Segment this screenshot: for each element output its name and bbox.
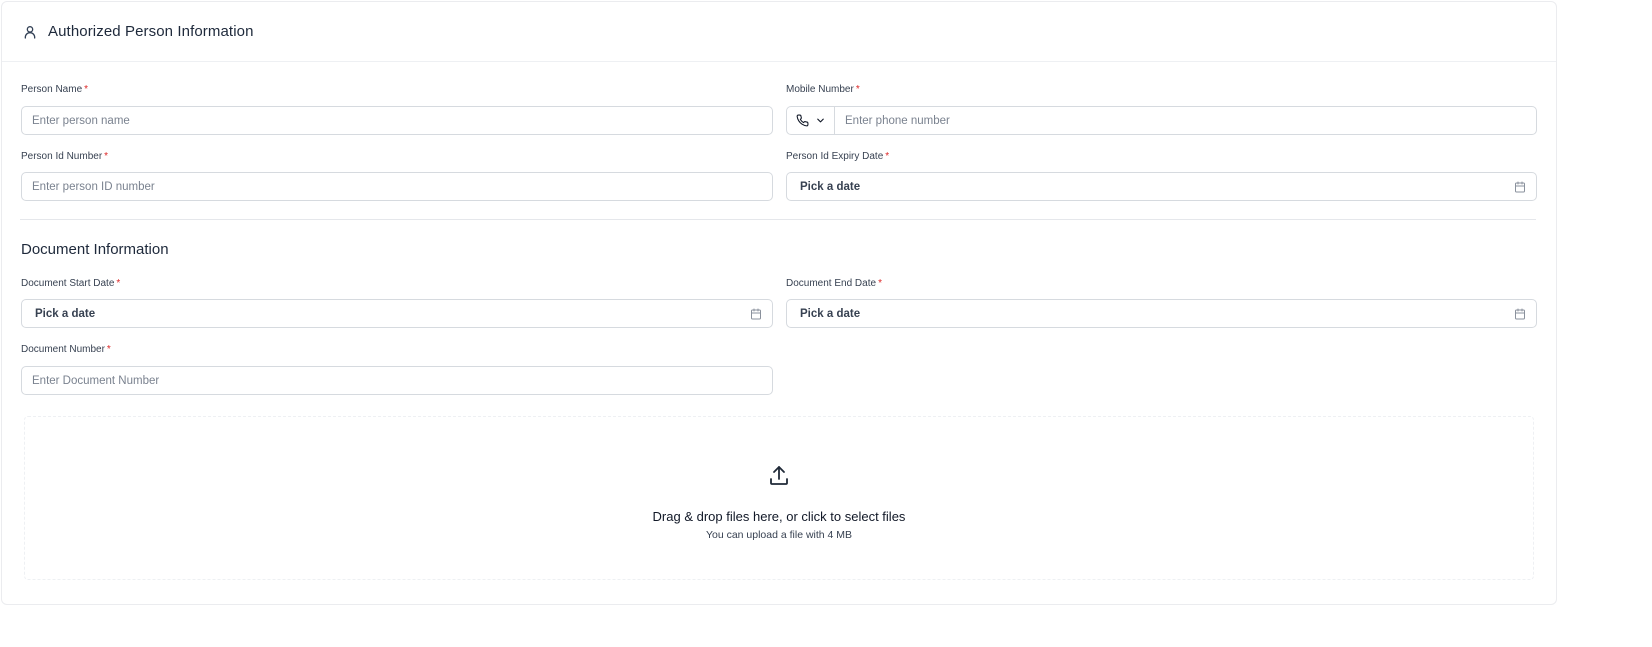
required-asterisk: * — [84, 84, 89, 95]
section-title-document: Document Information — [21, 241, 169, 258]
user-icon — [22, 24, 38, 40]
document-number-placeholder: Enter Document Number — [32, 374, 160, 387]
calendar-icon — [1514, 181, 1526, 193]
document-number-label-text: Document Number — [21, 344, 105, 355]
person-id-number-label-text: Person Id Number — [21, 151, 103, 162]
person-name-label-text: Person Name — [21, 84, 83, 95]
file-dropzone[interactable]: Drag & drop files here, or click to sele… — [24, 416, 1534, 580]
document-end-date-picker[interactable]: Pick a date — [786, 299, 1537, 328]
document-end-date-label: Document End Date * — [786, 278, 882, 289]
upload-icon — [767, 464, 791, 488]
calendar-icon — [750, 308, 762, 320]
person-name-input[interactable]: Enter person name — [21, 106, 773, 135]
document-end-date-label-text: Document End Date — [786, 278, 877, 289]
mobile-number-label-text: Mobile Number — [786, 84, 854, 95]
dropzone-subtitle: You can upload a file with 4 MB — [705, 529, 853, 541]
required-asterisk: * — [104, 151, 109, 162]
document-start-date-picker[interactable]: Pick a date — [21, 299, 773, 328]
person-id-expiry-label-text: Person Id Expiry Date — [786, 151, 884, 162]
person-id-number-placeholder: Enter person ID number — [32, 180, 155, 193]
calendar-icon — [1514, 308, 1526, 320]
person-id-expiry-date-picker[interactable]: Pick a date — [786, 172, 1537, 201]
mobile-number-label: Mobile Number * — [786, 84, 860, 95]
date-picker-value: Pick a date — [800, 307, 861, 320]
required-asterisk: * — [855, 84, 860, 95]
person-id-number-label: Person Id Number * — [21, 151, 108, 162]
country-code-select[interactable] — [787, 107, 835, 134]
document-number-input[interactable]: Enter Document Number — [21, 366, 773, 395]
required-asterisk: * — [885, 151, 890, 162]
person-id-number-input[interactable]: Enter person ID number — [21, 172, 773, 201]
chevron-down-icon — [815, 115, 826, 126]
dropzone-title: Drag & drop files here, or click to sele… — [652, 509, 906, 524]
person-name-placeholder: Enter person name — [32, 114, 130, 127]
date-picker-value: Pick a date — [800, 180, 861, 193]
phone-icon — [796, 114, 809, 127]
person-name-label: Person Name * — [21, 84, 88, 95]
card-header: Authorized Person Information — [2, 2, 1556, 62]
required-asterisk: * — [116, 278, 121, 289]
required-asterisk: * — [106, 344, 111, 355]
mobile-number-field: Enter phone number — [786, 106, 1537, 135]
mobile-number-input[interactable]: Enter phone number — [835, 115, 950, 127]
section-divider — [20, 219, 1536, 220]
document-start-date-label-text: Document Start Date — [21, 278, 115, 289]
section-title-authorized-person: Authorized Person Information — [48, 23, 254, 40]
required-asterisk: * — [878, 278, 882, 289]
date-picker-value: Pick a date — [35, 307, 96, 320]
document-number-label: Document Number * — [21, 344, 111, 355]
person-id-expiry-label: Person Id Expiry Date * — [786, 151, 889, 162]
document-start-date-label: Document Start Date * — [21, 278, 120, 289]
